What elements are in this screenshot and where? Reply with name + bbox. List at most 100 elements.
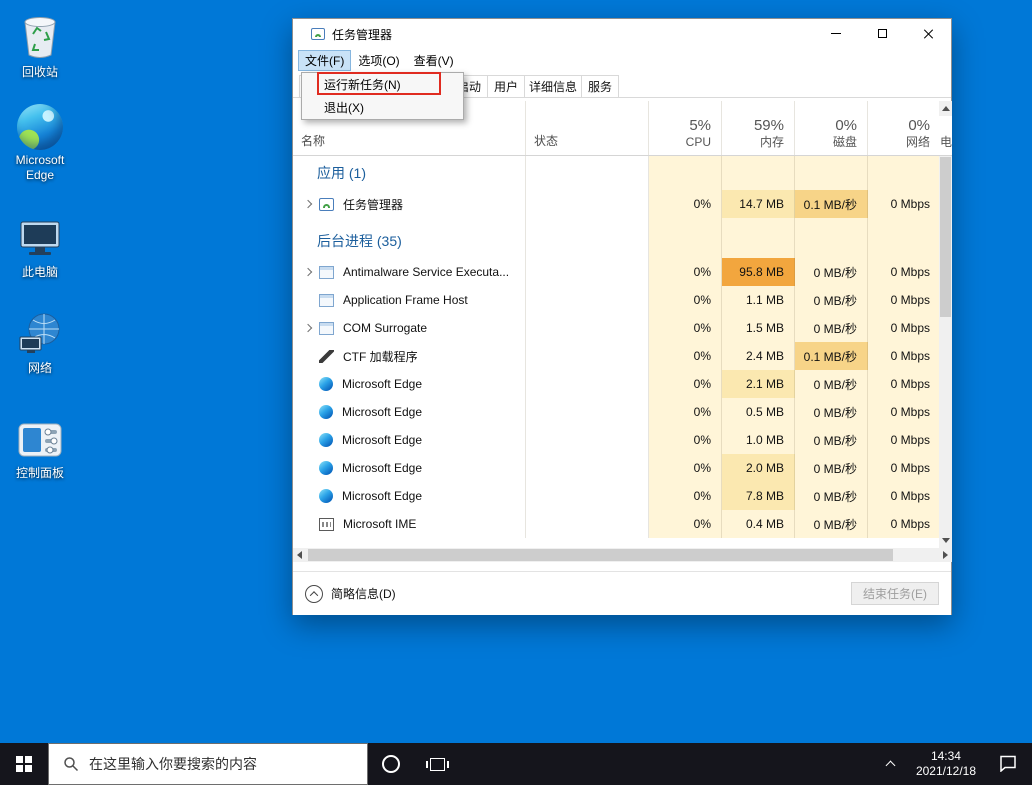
process-row[interactable]: Microsoft IME 0% 0.4 MB 0 MB/秒 0 Mbps	[293, 510, 941, 538]
close-button[interactable]	[905, 19, 951, 48]
taskbar-search[interactable]	[48, 743, 368, 785]
process-row[interactable]: COM Surrogate 0% 1.5 MB 0 MB/秒 0 Mbps	[293, 314, 941, 342]
cpu-cell: 0%	[649, 258, 722, 286]
task-manager-footer: 简略信息(D) 结束任务(E)	[293, 571, 951, 615]
network-cell: 0 Mbps	[868, 286, 941, 314]
arrow-down-icon	[942, 538, 950, 543]
task-view-button[interactable]	[414, 743, 460, 785]
process-row[interactable]: Microsoft Edge 0% 0.5 MB 0 MB/秒 0 Mbps	[293, 398, 941, 426]
process-name: Antimalware Service Executa...	[343, 265, 509, 279]
status-cell	[526, 482, 649, 510]
status-cell	[526, 454, 649, 482]
detail-toggle-button[interactable]: 简略信息(D)	[305, 585, 396, 603]
maximize-button[interactable]	[859, 19, 905, 48]
network-cell: 0 Mbps	[868, 398, 941, 426]
process-row[interactable]: Microsoft Edge 0% 2.0 MB 0 MB/秒 0 Mbps	[293, 454, 941, 482]
column-header-power-clipped: 电	[939, 116, 952, 156]
menu-item-exit[interactable]: 退出(X)	[302, 96, 463, 119]
cpu-cell: 0%	[649, 426, 722, 454]
process-group-header[interactable]: 后台进程 (35)	[293, 218, 941, 258]
memory-cell: 0.4 MB	[722, 510, 795, 538]
row-expander-icon[interactable]	[304, 200, 312, 208]
process-row[interactable]: Microsoft Edge 0% 2.1 MB 0 MB/秒 0 Mbps	[293, 370, 941, 398]
clock-time: 14:34	[916, 749, 976, 764]
horizontal-scrollbar[interactable]	[293, 548, 952, 562]
process-group-header[interactable]: 应用 (1)	[293, 156, 941, 190]
row-expander-icon[interactable]	[304, 324, 312, 332]
column-header-status[interactable]: 状态	[526, 101, 649, 155]
column-header-cpu[interactable]: 5% CPU	[649, 101, 722, 155]
menu-file[interactable]: 文件(F)	[298, 50, 351, 71]
minimize-button[interactable]	[813, 19, 859, 48]
horizontal-scroll-thumb[interactable]	[308, 549, 893, 561]
group-label: 后台进程 (35)	[293, 218, 526, 258]
process-row[interactable]: Antimalware Service Executa... 0% 95.8 M…	[293, 258, 941, 286]
memory-cell: 2.0 MB	[722, 454, 795, 482]
cpu-total-percent: 5%	[689, 117, 711, 135]
tab-services[interactable]: 服务	[581, 75, 619, 97]
menu-item-run-new-task[interactable]: 运行新任务(N)	[302, 73, 463, 96]
menu-bar: 文件(F) 选项(O) 查看(V)	[293, 49, 951, 71]
network-cell: 0 Mbps	[868, 426, 941, 454]
cpu-cell: 0%	[649, 286, 722, 314]
cpu-cell: 0%	[649, 370, 722, 398]
process-icon	[319, 266, 334, 279]
desktop-icon-network[interactable]: 网络	[4, 312, 76, 376]
desktop-icon-microsoft-edge[interactable]: Microsoft Edge	[4, 104, 76, 183]
column-header-memory[interactable]: 59% 内存	[722, 101, 795, 155]
desktop-icon-control-panel[interactable]: 控制面板	[4, 420, 76, 481]
memory-cell: 95.8 MB	[722, 258, 795, 286]
start-button[interactable]	[0, 743, 48, 785]
status-cell	[526, 510, 649, 538]
desktop-icon-this-pc[interactable]: 此电脑	[4, 218, 76, 280]
network-cell: 0 Mbps	[868, 258, 941, 286]
desktop-icon-recycle-bin[interactable]: 回收站	[4, 12, 76, 80]
vertical-scrollbar[interactable]: 电	[939, 101, 952, 548]
tab-details[interactable]: 详细信息	[524, 75, 582, 97]
desktop-icon-label: Microsoft Edge	[4, 153, 76, 183]
disk-total-percent: 0%	[835, 117, 857, 135]
scroll-down-button[interactable]	[939, 533, 952, 548]
network-icon	[17, 312, 63, 358]
edge-icon	[17, 104, 63, 150]
disk-cell: 0.1 MB/秒	[795, 342, 868, 370]
action-center-button[interactable]	[998, 754, 1018, 775]
process-row[interactable]: 任务管理器 0% 14.7 MB 0.1 MB/秒 0 Mbps	[293, 190, 941, 218]
memory-cell: 14.7 MB	[722, 190, 795, 218]
disk-cell: 0 MB/秒	[795, 482, 868, 510]
end-task-button[interactable]: 结束任务(E)	[851, 582, 939, 605]
memory-cell: 2.1 MB	[722, 370, 795, 398]
column-header-disk[interactable]: 0% 磁盘	[795, 101, 868, 155]
vertical-scroll-thumb[interactable]	[940, 157, 951, 317]
menu-view[interactable]: 查看(V)	[407, 50, 461, 71]
scroll-left-button[interactable]	[293, 548, 306, 562]
process-name: COM Surrogate	[343, 321, 427, 335]
process-row[interactable]: Microsoft Edge 0% 7.8 MB 0 MB/秒 0 Mbps	[293, 482, 941, 510]
process-icon	[319, 377, 333, 391]
row-expander-icon[interactable]	[304, 268, 312, 276]
desktop-icon-label: 回收站	[22, 65, 58, 80]
menu-options[interactable]: 选项(O)	[351, 50, 406, 71]
cortana-button[interactable]	[368, 743, 414, 785]
column-header-network[interactable]: 0% 网络	[868, 101, 941, 155]
tray-expand-button[interactable]	[887, 759, 894, 769]
taskbar-clock[interactable]: 14:34 2021/12/18	[916, 749, 976, 779]
window-title: 任务管理器	[332, 26, 392, 43]
process-name: Microsoft IME	[343, 517, 416, 531]
memory-cell: 2.4 MB	[722, 342, 795, 370]
process-row[interactable]: Application Frame Host 0% 1.1 MB 0 MB/秒 …	[293, 286, 941, 314]
process-icon	[319, 350, 334, 363]
process-row[interactable]: Microsoft Edge 0% 1.0 MB 0 MB/秒 0 Mbps	[293, 426, 941, 454]
scroll-right-button[interactable]	[939, 548, 952, 562]
scroll-up-button[interactable]	[939, 101, 952, 116]
process-row[interactable]: CTF 加载程序 0% 2.4 MB 0.1 MB/秒 0 Mbps	[293, 342, 941, 370]
search-input[interactable]	[89, 756, 349, 772]
disk-cell: 0 MB/秒	[795, 258, 868, 286]
process-icon	[319, 489, 333, 503]
status-cell	[526, 218, 649, 258]
process-name: Microsoft Edge	[342, 489, 422, 503]
tab-users[interactable]: 用户	[487, 75, 525, 97]
chevron-up-circle-icon	[305, 585, 323, 603]
search-icon	[63, 756, 79, 772]
network-cell: 0 Mbps	[868, 370, 941, 398]
